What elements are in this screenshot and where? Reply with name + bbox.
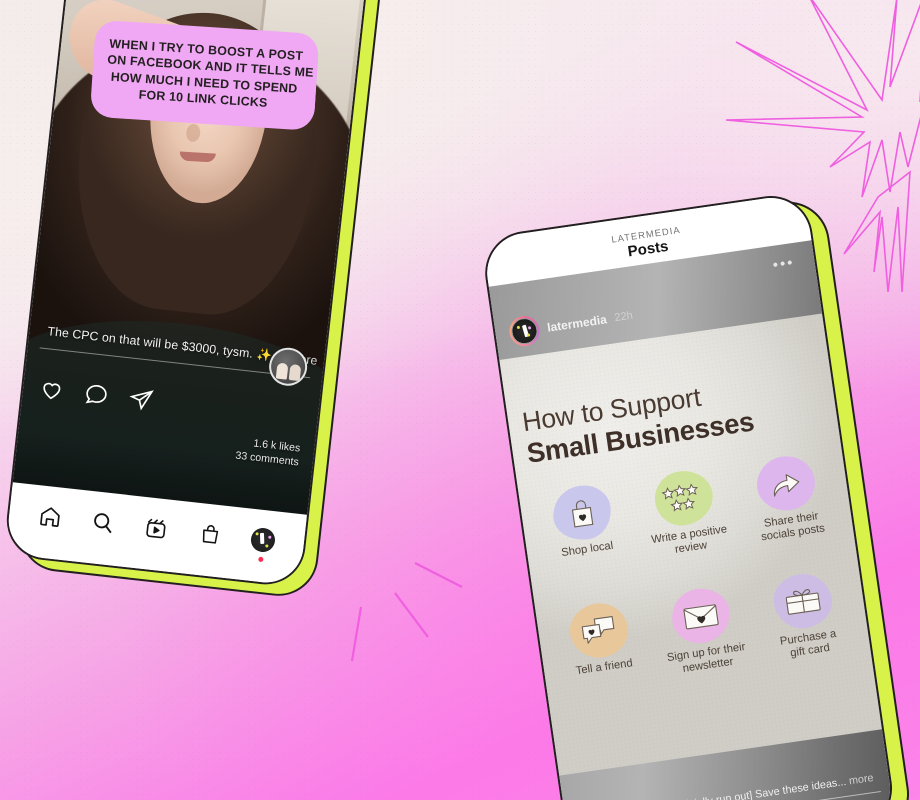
search-icon — [90, 509, 116, 535]
nav-reels[interactable] — [135, 506, 179, 550]
nav-profile[interactable] — [241, 518, 285, 563]
shop-bag-icon — [198, 522, 222, 546]
post-caption-more[interactable]: more — [848, 772, 874, 787]
post-item-share-socials: Share their socials posts — [733, 450, 844, 547]
blob-shape — [651, 467, 717, 529]
post-author[interactable]: latermedia — [546, 312, 607, 334]
avatar — [509, 316, 540, 346]
reel-text-sticker: WHEN I TRY TO BOOST A POST ON FACEBOOK A… — [96, 26, 314, 125]
send-icon[interactable] — [127, 386, 155, 414]
phone-mockup-reel: WHEN I TRY TO BOOST A POST ON FACEBOOK A… — [2, 0, 387, 600]
five-stars-icon — [660, 481, 708, 515]
profile-notification-dot — [258, 556, 264, 563]
ellipsis-icon[interactable]: ••• — [772, 254, 796, 274]
phone-mockup-post: LATERMEDIA Posts ••• latermedia 22h How … — [479, 190, 915, 800]
blob-shape — [753, 452, 819, 515]
post-item-tell-a-friend: Tell a friend — [546, 597, 657, 694]
post-item-newsletter: Sign up for their newsletter — [648, 582, 759, 679]
speech-bubbles-heart-icon — [578, 613, 620, 648]
profile-avatar-icon — [249, 526, 277, 554]
post-header: latermedia 22h — [507, 301, 635, 349]
post-item-shop-local: Shop local — [529, 479, 640, 576]
blob-shape — [668, 584, 734, 647]
share-arrow-icon — [767, 466, 805, 501]
post-item-gift-card: Purchase a gift card — [750, 567, 861, 664]
blob-shape — [566, 599, 632, 662]
envelope-heart-icon — [680, 599, 722, 632]
gift-card-icon — [782, 584, 824, 619]
comment-icon[interactable] — [83, 381, 111, 409]
story-ring[interactable] — [507, 314, 542, 349]
nav-shop[interactable] — [188, 512, 232, 556]
post-timestamp: 22h — [613, 309, 634, 325]
heart-icon[interactable] — [38, 376, 66, 404]
home-icon — [37, 503, 63, 529]
reels-icon — [144, 516, 169, 541]
shopping-bag-heart-icon — [565, 495, 599, 531]
blob-shape — [549, 481, 615, 544]
nav-search[interactable] — [81, 500, 125, 544]
post-item-label: Shop local — [560, 539, 614, 560]
post-image[interactable]: How to Support Small Businesses Shop loc… — [499, 313, 882, 776]
post-caption-text: [UPDATE: card has officially run out] Sa… — [579, 776, 847, 800]
nav-home[interactable] — [28, 494, 72, 538]
pink-sparkle-lines — [340, 545, 500, 680]
post-caption[interactable]: [UPDATE: card has officially run out] Sa… — [579, 771, 876, 800]
post-item-write-review: Write a positive review — [631, 464, 742, 561]
blob-shape — [770, 570, 836, 633]
scene-root: WHEN I TRY TO BOOST A POST ON FACEBOOK A… — [0, 0, 920, 800]
post-item-label: Tell a friend — [575, 657, 634, 678]
